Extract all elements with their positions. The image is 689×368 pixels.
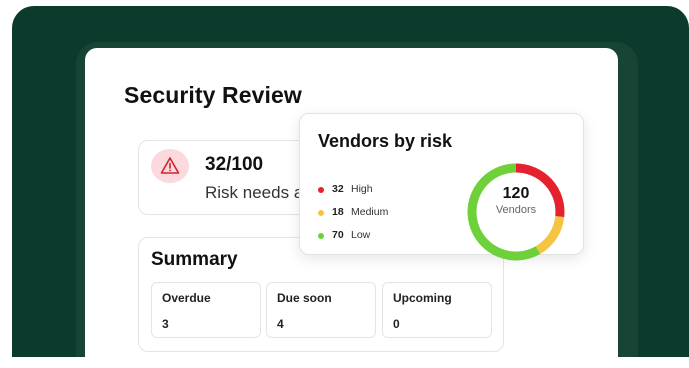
donut-caption: Vendors [495, 204, 537, 216]
stat-value: 4 [277, 317, 284, 331]
stat-tile-upcoming[interactable]: Upcoming 0 [382, 282, 492, 338]
stat-tile-due-soon[interactable]: Due soon 4 [266, 282, 376, 338]
vendors-by-risk-card[interactable]: Vendors by risk 32 High 18 Medium 70 Low… [299, 113, 584, 261]
stat-label: Upcoming [393, 291, 452, 305]
legend-label: High [351, 183, 373, 195]
legend-label: Medium [351, 206, 389, 218]
stat-label: Overdue [162, 291, 211, 305]
risk-score-note: Risk needs attention [205, 183, 302, 202]
donut-total: 120 [502, 185, 530, 202]
legend-count: 18 [332, 206, 344, 218]
stat-value: 0 [393, 317, 400, 331]
donut-segment-medium [535, 215, 565, 255]
legend-count: 32 [332, 183, 344, 195]
summary-title: Summary [151, 249, 238, 270]
alert-triangle-icon [151, 149, 189, 183]
risk-score-value: 32/100 [205, 154, 264, 175]
legend-count: 70 [332, 229, 344, 241]
stat-tile-overdue[interactable]: Overdue 3 [151, 282, 261, 338]
stat-label: Due soon [277, 291, 332, 305]
stat-value: 3 [162, 317, 169, 331]
legend-dot-medium [318, 210, 324, 216]
legend-dot-low [318, 233, 324, 239]
legend-dot-high [318, 187, 324, 193]
legend-label: Low [351, 229, 371, 241]
vendors-title: Vendors by risk [318, 131, 453, 151]
page-title: Security Review [124, 82, 302, 108]
